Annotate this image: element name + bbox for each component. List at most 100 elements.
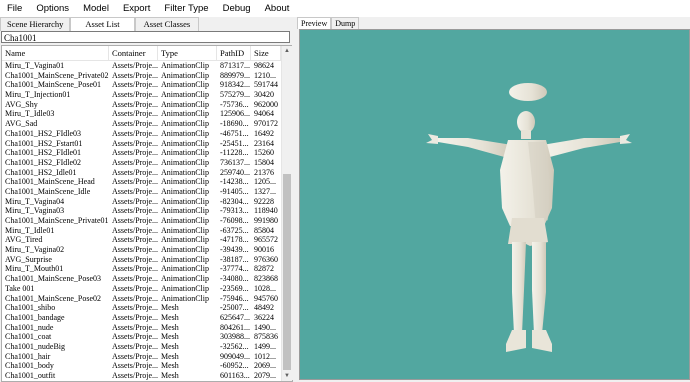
cell-size: 1327... — [254, 186, 276, 196]
cell-name: Cha1001_HS2_FIdle01 — [5, 148, 81, 158]
menu-file[interactable]: File — [0, 0, 29, 17]
cell-name: Cha1001_MainScene_Pose02 — [5, 293, 101, 303]
table-row[interactable]: Cha1001_HS2_Idle01 Assets/Proje... Animati… — [2, 168, 281, 178]
cell-name: Cha1001_coat — [5, 332, 52, 342]
cell-container: Assets/Proje... — [112, 245, 158, 255]
column-header-pathid[interactable]: PathID — [217, 46, 251, 60]
column-header-name[interactable]: Name — [2, 46, 109, 60]
right-pane: Preview Dump — [297, 17, 690, 380]
cell-size: 98624 — [254, 61, 274, 70]
scroll-up-arrow-icon[interactable]: ▲ — [282, 46, 292, 56]
tab-preview[interactable]: Preview — [297, 17, 332, 29]
table-row[interactable]: Cha1001_nude Assets/Proje... Mesh 804261...… — [2, 323, 281, 333]
scrollbar-thumb[interactable] — [283, 174, 291, 370]
table-row[interactable]: Cha1001_HS2_FIdle03 Assets/Proje... Animat… — [2, 129, 281, 139]
cell-container: Assets/Proje... — [112, 235, 158, 245]
cell-pathid: -18690... — [220, 119, 249, 129]
table-row[interactable]: Miru_T_Vagina01 Assets/Proje... AnimationC… — [2, 61, 281, 71]
cell-type: AnimationClip — [161, 283, 209, 293]
table-row[interactable]: Miru_T_Vagina02 Assets/Proje... AnimationC… — [2, 245, 281, 255]
table-row[interactable]: Cha1001_MainScene_Private01 Assets/Proje.… — [2, 216, 281, 226]
cell-pathid: -32562... — [220, 341, 249, 351]
cell-name: Cha1001_MainScene_Idle — [5, 186, 91, 196]
table-row[interactable]: Cha1001_MainScene_Head Assets/Proje... Ani… — [2, 177, 281, 187]
table-row[interactable]: AVG_Sad Assets/Proje... AnimationClip -1869… — [2, 119, 281, 129]
cell-container: Assets/Proje... — [112, 216, 158, 225]
cell-size: 1205... — [254, 177, 276, 187]
column-header-size[interactable]: Size — [251, 46, 281, 60]
menu-model[interactable]: Model — [76, 0, 116, 17]
model-left-leg — [512, 242, 526, 334]
table-row[interactable]: Miru_T_Injection01 Assets/Proje... Animati… — [2, 90, 281, 100]
menu-debug[interactable]: Debug — [216, 0, 258, 17]
cell-pathid: -46751... — [220, 128, 249, 138]
cell-type: Mesh — [161, 361, 179, 371]
table-row[interactable]: Cha1001_nudeBig Assets/Proje... Mesh -32562… — [2, 342, 281, 352]
cell-name: Take 001 — [5, 283, 35, 293]
table-row[interactable]: Cha1001_coat Assets/Proje... Mesh 303988...… — [2, 332, 281, 342]
model-right-hand — [620, 134, 632, 144]
preview-viewport[interactable] — [299, 29, 690, 380]
tab-asset-classes[interactable]: Asset Classes — [134, 17, 200, 31]
table-row[interactable]: Miru_T_Idle03 Assets/Proje... AnimationCli… — [2, 109, 281, 119]
table-row[interactable]: AVG_Surprise Assets/Proje... AnimationClip… — [2, 255, 281, 265]
table-row[interactable]: Cha1001_shibo Assets/Proje... Mesh -25007..… — [2, 303, 281, 313]
cell-size: 30420 — [254, 90, 274, 100]
cell-type: AnimationClip — [161, 216, 209, 225]
model-left-hand — [426, 134, 438, 144]
menu-export[interactable]: Export — [116, 0, 157, 17]
table-row[interactable]: Miru_T_Idle01 Assets/Proje... AnimationCli… — [2, 226, 281, 236]
cell-pathid: 804261... — [220, 322, 250, 332]
cell-size: 36224 — [254, 312, 274, 322]
table-row[interactable]: Cha1001_MainScene_Idle Assets/Proje... Ani… — [2, 187, 281, 197]
cell-type: AnimationClip — [161, 138, 209, 148]
table-row[interactable]: Take 001 Assets/Proje... AnimationClip -235… — [2, 284, 281, 294]
menu-bar: File Options Model Export Filter Type Debug Ab… — [0, 0, 690, 17]
cell-size: 2069... — [254, 361, 276, 371]
left-pane: Scene Hierarchy Asset List Asset Classes… — [0, 17, 293, 382]
table-row[interactable]: Cha1001_hair Assets/Proje... Mesh 909049...… — [2, 352, 281, 362]
menu-about[interactable]: About — [258, 0, 297, 17]
cell-pathid: -82304... — [220, 196, 249, 206]
tab-dump[interactable]: Dump — [331, 17, 360, 29]
tab-scene-hierarchy[interactable]: Scene Hierarchy — [0, 17, 71, 31]
table-row[interactable]: Cha1001_MainScene_Pose03 Assets/Proje... A… — [2, 274, 281, 284]
table-row[interactable]: Cha1001_outfit Assets/Proje... Mesh 601163.… — [2, 371, 281, 381]
cell-pathid: -60952... — [220, 361, 249, 371]
cell-size: 1490... — [254, 322, 276, 332]
cell-container: Assets/Proje... — [112, 80, 158, 90]
table-row[interactable]: Cha1001_MainScene_Pose02 Assets/Proje... A… — [2, 294, 281, 304]
column-header-container[interactable]: Container — [109, 46, 158, 60]
vertical-scrollbar[interactable]: ▲ ▼ — [281, 46, 292, 381]
cell-name: Miru_T_Vagina04 — [5, 196, 65, 206]
table-row[interactable]: Miru_T_Vagina04 Assets/Proje... AnimationC… — [2, 197, 281, 207]
table-row[interactable]: AVG_Tired Assets/Proje... AnimationClip -47… — [2, 235, 281, 245]
filter-input[interactable]: Cha1001 — [1, 31, 290, 43]
table-row[interactable]: Cha1001_HS2_FIdle01 Assets/Proje... Animat… — [2, 148, 281, 158]
cell-container: Assets/Proje... — [112, 109, 158, 119]
table-row[interactable]: Miru_T_Mouth01 Assets/Proje... AnimationCl… — [2, 264, 281, 274]
cell-pathid: 303988... — [220, 332, 250, 342]
table-row[interactable]: Cha1001_bandage Assets/Proje... Mesh 625647… — [2, 313, 281, 323]
cell-container: Assets/Proje... — [112, 322, 158, 332]
menu-filter-type[interactable]: Filter Type — [157, 0, 215, 17]
menu-options[interactable]: Options — [29, 0, 76, 17]
cell-name: Miru_T_Idle03 — [5, 109, 55, 119]
table-row[interactable]: Cha1001_HS2_FIdle02 Assets/Proje... Animat… — [2, 158, 281, 168]
tab-asset-list[interactable]: Asset List — [70, 17, 135, 31]
table-row[interactable]: Cha1001_HS2_Fstart01 Assets/Proje... Anima… — [2, 139, 281, 149]
cell-type: AnimationClip — [161, 264, 209, 274]
table-row[interactable]: Miru_T_Vagina03 Assets/Proje... AnimationC… — [2, 206, 281, 216]
cell-pathid: -23569... — [220, 283, 249, 293]
left-tabs: Scene Hierarchy Asset List Asset Classes — [0, 17, 200, 31]
table-row[interactable]: Cha1001_body Assets/Proje... Mesh -60952...… — [2, 361, 281, 371]
cell-type: Mesh — [161, 322, 179, 332]
cell-type: Mesh — [161, 312, 179, 322]
table-row[interactable]: AVG_Shy Assets/Proje... AnimationClip -7573… — [2, 100, 281, 110]
cell-container: Assets/Proje... — [112, 371, 158, 380]
cell-size: 962000 — [254, 99, 278, 109]
cell-type: Mesh — [161, 332, 179, 342]
table-row[interactable]: Cha1001_MainScene_Pose01 Assets/Proje... A… — [2, 80, 281, 90]
table-row[interactable]: Cha1001_MainScene_Private02 Assets/Proje.… — [2, 71, 281, 81]
column-header-type[interactable]: Type — [158, 46, 217, 60]
